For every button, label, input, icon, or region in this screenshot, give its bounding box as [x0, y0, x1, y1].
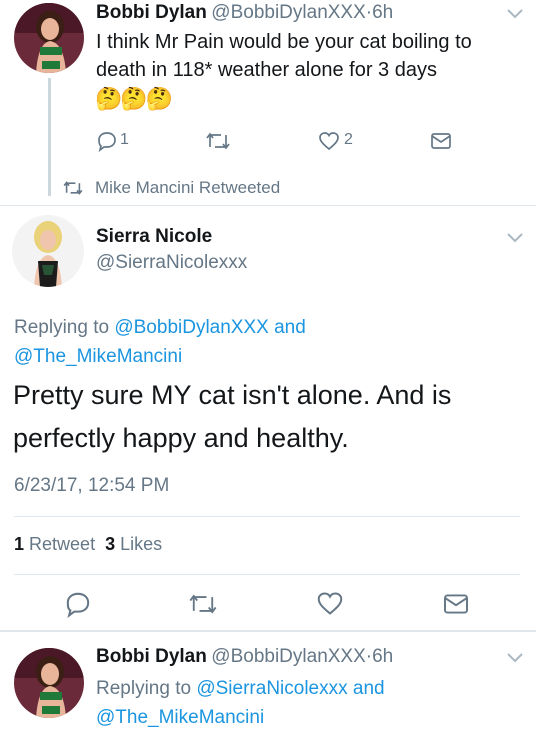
mention-link[interactable]: @The_MikeMancini — [14, 346, 182, 367]
retweets-count[interactable]: 1 — [14, 534, 24, 554]
and-text: and — [352, 678, 385, 699]
reply-icon[interactable] — [96, 130, 118, 152]
author-handle[interactable]: @BobbiDylanXXX — [211, 2, 365, 23]
avatar[interactable] — [14, 648, 84, 718]
author-name[interactable]: Bobbi Dylan — [96, 2, 207, 23]
replying-to: Replying to @BobbiDylanXXX and @The_Mike… — [14, 313, 514, 371]
mention-link[interactable]: @SierraNicolexxx — [196, 678, 347, 699]
thinking-emoji: 🤔🤔🤔 — [95, 86, 173, 111]
retweet-icon[interactable] — [188, 592, 218, 616]
heart-icon[interactable] — [316, 591, 344, 616]
retweet-icon[interactable] — [205, 131, 231, 151]
tweet-timestamp[interactable]: 6/23/17, 12:54 PM — [14, 475, 169, 497]
heart-icon[interactable] — [318, 131, 340, 151]
replying-prefix: Replying to — [96, 678, 192, 699]
engagement-stats: 1 Retweet 3 Likes — [14, 534, 162, 555]
divider — [0, 205, 536, 206]
retweets-label[interactable]: Retweet — [29, 534, 95, 554]
avatar[interactable] — [14, 3, 84, 73]
retweet-context-icon — [62, 180, 84, 196]
divider — [14, 516, 520, 517]
message-icon[interactable] — [430, 132, 452, 150]
chevron-down-icon[interactable] — [506, 8, 524, 20]
likes-count[interactable]: 3 — [105, 534, 115, 554]
likes-label[interactable]: Likes — [120, 534, 162, 554]
tweet-time[interactable]: 6h — [372, 2, 393, 23]
and-text: and — [274, 317, 306, 338]
message-icon[interactable] — [442, 593, 470, 615]
replying-prefix: Replying to — [14, 317, 110, 338]
chevron-down-icon[interactable] — [506, 232, 524, 244]
chevron-down-icon[interactable] — [506, 652, 524, 664]
reply-count: 1 — [120, 131, 129, 148]
author-handle[interactable]: @BobbiDylanXXX — [211, 646, 365, 667]
divider — [14, 574, 520, 575]
avatar[interactable] — [12, 215, 84, 287]
tweet-time[interactable]: 6h — [372, 646, 393, 667]
author-handle[interactable]: @SierraNicolexxx — [96, 252, 247, 274]
author-name[interactable]: Bobbi Dylan — [96, 646, 207, 667]
mention-link[interactable]: @BobbiDylanXXX — [114, 317, 268, 338]
mention-link[interactable]: @The_MikeMancini — [96, 707, 264, 728]
like-count: 2 — [344, 131, 353, 148]
author-name[interactable]: Sierra Nicole — [96, 226, 212, 248]
main-tweet-text: Pretty sure MY cat isn't alone. And is p… — [13, 380, 452, 453]
retweet-context-label[interactable]: Mike Mancini Retweeted — [95, 178, 280, 198]
tweet-text: I think Mr Pain would be your cat boilin… — [96, 31, 472, 81]
section-divider — [0, 630, 536, 632]
replying-to: Replying to @SierraNicolexxx and @The_Mi… — [96, 674, 526, 732]
thread-line — [48, 78, 51, 196]
reply-icon[interactable] — [64, 590, 92, 618]
